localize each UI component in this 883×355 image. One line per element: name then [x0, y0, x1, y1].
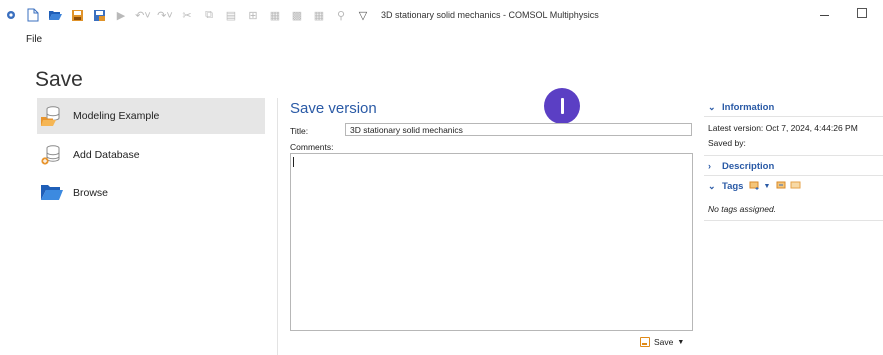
add-tag-icon[interactable]	[749, 181, 761, 191]
section-divider	[704, 155, 883, 156]
save-button-label: Save	[654, 337, 674, 347]
title-input[interactable]	[345, 123, 692, 136]
chevron-down-icon[interactable]: ▼	[677, 339, 684, 346]
copy-icon[interactable]: ⧉	[201, 7, 217, 23]
cut-icon[interactable]: ✂	[179, 7, 195, 23]
redo-icon[interactable]: ↷˅	[157, 7, 173, 23]
quick-access-toolbar: ▶ ↶˅ ↷˅ ✂ ⧉ ▤ ⊞ ▦ ▩ ▦ ⚲ ▽	[3, 7, 377, 23]
open-file-icon[interactable]	[47, 7, 63, 23]
page-title: Save	[35, 68, 83, 91]
build-icon[interactable]: ▩	[289, 7, 305, 23]
section-tags[interactable]: ⌄ Tags ▼	[704, 178, 883, 194]
run-icon[interactable]: ▶	[113, 7, 129, 23]
maximize-button[interactable]	[857, 8, 867, 18]
edit-tag-icon[interactable]	[776, 181, 788, 191]
menu-file[interactable]: File	[26, 34, 42, 45]
section-divider	[704, 220, 883, 221]
folder-icon	[40, 182, 63, 204]
save-version-heading: Save version	[290, 100, 377, 117]
text-caret	[293, 157, 294, 167]
remove-tag-icon[interactable]	[790, 181, 802, 191]
chevron-right-icon: ›	[708, 161, 711, 171]
title-bar: ▶ ↶˅ ↷˅ ✂ ⧉ ▤ ⊞ ▦ ▩ ▦ ⚲ ▽ 3D stationary …	[0, 0, 883, 30]
nav-item-modeling-example[interactable]: Modeling Example	[37, 98, 265, 134]
title-label: Title:	[290, 126, 309, 136]
user-avatar[interactable]	[544, 88, 580, 124]
save-button[interactable]: Save ▼	[640, 335, 684, 349]
minimize-button[interactable]	[818, 8, 832, 22]
add-database-icon	[40, 144, 62, 166]
compute-icon[interactable]: ▦	[311, 7, 327, 23]
save-icon	[640, 337, 650, 347]
saved-by: Saved by:	[708, 138, 746, 148]
window-title: 3D stationary solid mechanics - COMSOL M…	[381, 10, 599, 20]
section-description[interactable]: › Description	[704, 158, 883, 174]
comments-textarea[interactable]	[290, 153, 693, 331]
chevron-down-icon: ⌄	[708, 101, 716, 112]
delete-icon[interactable]: ▦	[267, 7, 283, 23]
database-folder-icon	[40, 105, 62, 127]
latest-version: Latest version: Oct 7, 2024, 4:44:26 PM	[708, 123, 858, 133]
study-icon[interactable]: ⚲	[333, 7, 349, 23]
save-as-icon[interactable]	[91, 7, 107, 23]
nav-item-add-database[interactable]: Add Database	[37, 137, 265, 173]
section-title: Information	[722, 101, 775, 113]
save-icon[interactable]	[69, 7, 85, 23]
chevron-down-icon[interactable]: ▼	[763, 183, 770, 190]
section-title: Tags	[722, 180, 744, 192]
paste-icon[interactable]: ▤	[223, 7, 239, 23]
avatar-initial-glyph	[560, 98, 564, 114]
nav-item-label: Add Database	[73, 149, 140, 161]
chevron-down-icon: ⌄	[708, 180, 716, 191]
app-icon[interactable]	[3, 7, 19, 23]
section-title: Description	[722, 160, 775, 172]
tags-empty-message: No tags assigned.	[708, 204, 777, 214]
customize-toolbar-icon[interactable]: ▽	[355, 7, 371, 23]
undo-icon[interactable]: ↶˅	[135, 7, 151, 23]
nav-item-label: Browse	[73, 187, 109, 199]
nav-item-browse[interactable]: Browse	[37, 175, 265, 211]
section-information[interactable]: ⌄ Information	[704, 99, 883, 115]
duplicate-icon[interactable]: ⊞	[245, 7, 261, 23]
section-divider	[704, 175, 883, 176]
menu-bar: File	[0, 30, 883, 54]
nav-item-label: Modeling Example	[73, 110, 160, 122]
comments-label: Comments:	[290, 142, 334, 152]
panel-divider	[277, 98, 278, 355]
section-divider	[704, 116, 883, 117]
new-file-icon[interactable]	[25, 7, 41, 23]
